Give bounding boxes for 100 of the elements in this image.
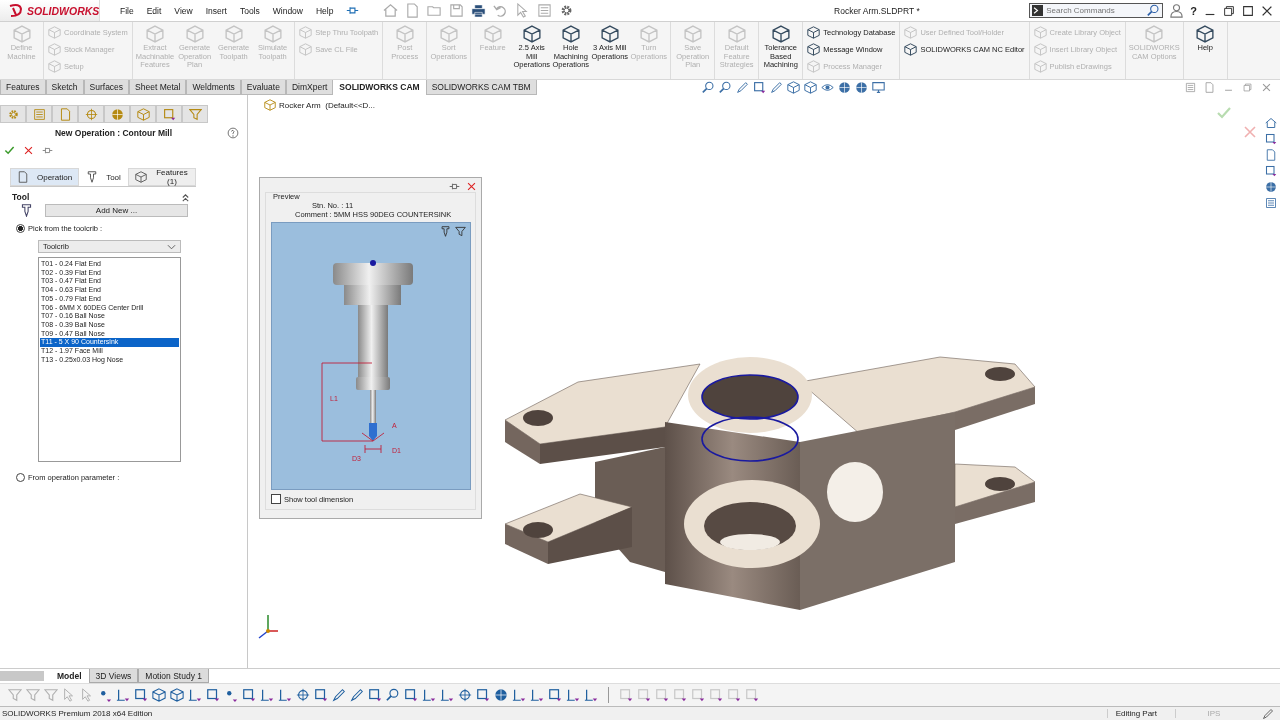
command-tab[interactable]: Sketch	[45, 80, 84, 95]
search-field[interactable]: Search Commands	[1029, 3, 1164, 18]
restore-icon[interactable]	[1222, 3, 1236, 18]
operation-tab[interactable]: Features (1)	[127, 168, 196, 186]
command-icon	[1196, 25, 1215, 43]
tag-icon[interactable]	[1262, 707, 1274, 720]
menu-item[interactable]: Insert	[205, 5, 227, 16]
annotation-icon[interactable]	[727, 688, 741, 702]
line-icon[interactable]	[530, 688, 544, 702]
square-icon[interactable]	[206, 688, 220, 702]
line-icon[interactable]	[440, 688, 454, 702]
square-icon[interactable]	[134, 688, 148, 702]
collapse-icon[interactable]	[181, 192, 190, 202]
line-icon[interactable]	[188, 688, 202, 702]
line-icon[interactable]	[584, 688, 598, 702]
square-icon[interactable]	[476, 688, 490, 702]
view-tool-icon[interactable]	[872, 81, 885, 94]
command-icon	[807, 43, 821, 56]
point-icon[interactable]	[224, 688, 238, 702]
model-tab[interactable]: 3D Views	[88, 669, 139, 683]
menu-item[interactable]: File	[120, 5, 134, 16]
radio-button[interactable]	[16, 473, 25, 482]
task-pane-icon[interactable]	[1265, 133, 1277, 145]
annotation-icon[interactable]	[655, 688, 669, 702]
menu-item[interactable]: View	[174, 5, 193, 16]
view-tool-icon[interactable]	[736, 81, 749, 94]
search-input[interactable]: Search Commands	[1046, 6, 1145, 15]
zoom-icon[interactable]	[386, 688, 400, 702]
command-tab[interactable]: Features	[0, 80, 46, 95]
square-icon[interactable]	[242, 688, 256, 702]
annotation-icon[interactable]	[637, 688, 651, 702]
command-tab[interactable]: DimXpert	[285, 80, 334, 95]
menu-item[interactable]: Tools	[239, 5, 260, 16]
view-tool-icon[interactable]	[770, 81, 783, 94]
square-icon[interactable]	[368, 688, 382, 702]
user-icon[interactable]	[1169, 3, 1185, 18]
square-icon[interactable]	[548, 688, 562, 702]
tool-icon[interactable]	[440, 226, 451, 237]
radio-button[interactable]	[16, 224, 25, 233]
ok-icon[interactable]	[4, 145, 15, 156]
pen-icon[interactable]	[332, 688, 346, 702]
point-icon[interactable]	[98, 688, 112, 702]
menu-item[interactable]: Window	[272, 5, 303, 16]
cancel-icon[interactable]	[23, 145, 34, 156]
help-menu[interactable]: ?	[1190, 4, 1197, 17]
command-icon	[185, 25, 204, 43]
view-tool-icon[interactable]	[787, 81, 800, 94]
task-pane-icon[interactable]	[1265, 149, 1277, 161]
pin-icon[interactable]	[449, 181, 460, 192]
command-tab[interactable]: Sheet Metal	[129, 80, 187, 95]
panel-tab[interactable]	[156, 105, 182, 123]
target-icon[interactable]	[296, 688, 310, 702]
annotation-icon[interactable]	[619, 688, 633, 702]
line-icon[interactable]	[260, 688, 274, 702]
task-pane-icon[interactable]	[1265, 165, 1277, 177]
pen-icon[interactable]	[350, 688, 364, 702]
command-icon	[771, 25, 790, 43]
view-tool-icon[interactable]	[702, 81, 715, 94]
view-tool-icon[interactable]	[753, 81, 766, 94]
panel-tab[interactable]	[104, 105, 130, 123]
command-tab[interactable]: Surfaces	[83, 80, 130, 95]
help-icon[interactable]	[227, 127, 239, 139]
line-icon[interactable]	[566, 688, 580, 702]
annotation-icon[interactable]	[709, 688, 723, 702]
target-icon[interactable]	[458, 688, 472, 702]
command-tab[interactable]: Weldments	[186, 80, 241, 95]
add-new-button[interactable]: Add New ...	[45, 204, 188, 217]
model-tab[interactable]: Motion Study 1	[138, 669, 209, 683]
annotation-icon[interactable]	[673, 688, 687, 702]
line-icon[interactable]	[116, 688, 130, 702]
menu-item[interactable]: Edit	[146, 5, 162, 16]
cube-icon[interactable]	[170, 688, 184, 702]
app-logo[interactable]: SOLIDWORKS	[0, 0, 100, 21]
pin-icon[interactable]	[42, 145, 53, 156]
command-tab[interactable]: SOLIDWORKS CAM TBM	[425, 80, 537, 95]
globe-icon[interactable]	[494, 688, 508, 702]
tab-icon	[86, 171, 99, 183]
pin-icon[interactable]	[346, 4, 360, 17]
annotation-icon[interactable]	[691, 688, 705, 702]
annotation-icon[interactable]	[745, 688, 759, 702]
line-icon[interactable]	[512, 688, 526, 702]
menu-item[interactable]: Help	[316, 5, 334, 16]
checkbox[interactable]	[271, 494, 281, 504]
task-pane-icon[interactable]	[1265, 197, 1277, 209]
view-tool-icon[interactable]	[804, 81, 817, 94]
printer-icon[interactable]	[471, 3, 487, 18]
holder-icon[interactable]	[455, 226, 466, 237]
panel-tab[interactable]	[182, 105, 208, 123]
cube-icon[interactable]	[152, 688, 166, 702]
operation-tab[interactable]: Operation	[10, 168, 80, 186]
line-icon[interactable]	[422, 688, 436, 702]
square-icon[interactable]	[314, 688, 328, 702]
view-tool-icon[interactable]	[719, 81, 732, 94]
view-tool-icon[interactable]	[821, 81, 834, 94]
square-icon[interactable]	[404, 688, 418, 702]
command-tab[interactable]: Evaluate	[240, 80, 286, 95]
maximize-icon[interactable]	[1241, 3, 1255, 18]
task-pane-icon[interactable]	[1265, 117, 1277, 129]
feature-tree-root[interactable]: Rocker Arm (Default<<D...	[279, 100, 376, 110]
line-icon[interactable]	[278, 688, 292, 702]
